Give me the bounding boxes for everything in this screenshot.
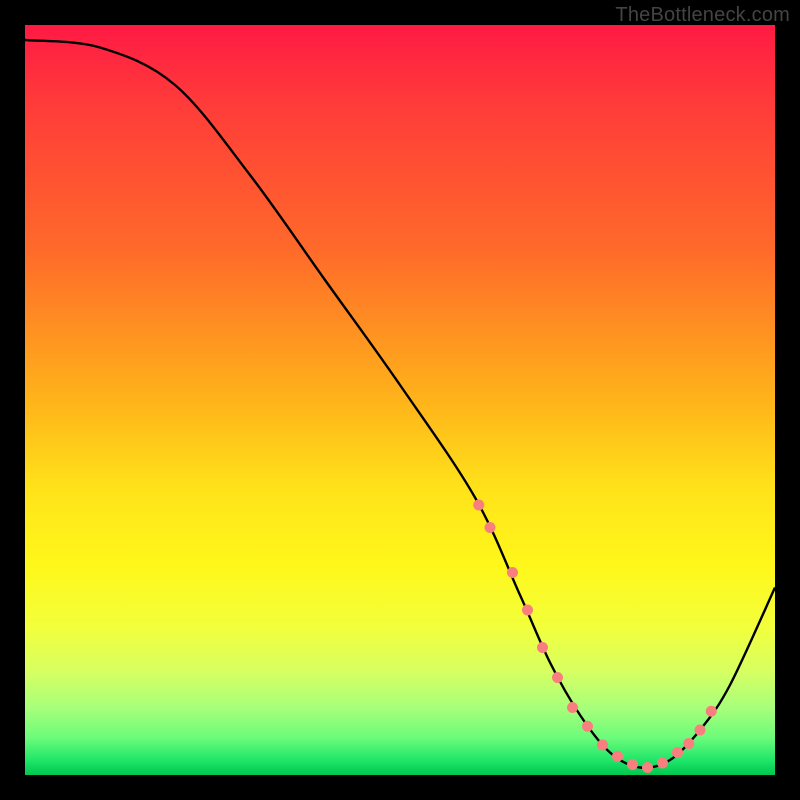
marker-dot (582, 721, 593, 732)
watermark-text: TheBottleneck.com (615, 4, 790, 27)
marker-dot (485, 522, 496, 533)
marker-dot (522, 605, 533, 616)
marker-dot (627, 759, 638, 770)
marker-dot (695, 725, 706, 736)
plot-area (25, 25, 775, 775)
marker-dot (567, 702, 578, 713)
marker-dot (552, 672, 563, 683)
marker-dot (612, 751, 623, 762)
marker-dot (683, 738, 694, 749)
marker-dot (672, 747, 683, 758)
marker-dot (642, 762, 653, 773)
marker-dot (507, 567, 518, 578)
marker-dot (657, 758, 668, 769)
chart-svg (25, 25, 775, 775)
marker-dot (597, 740, 608, 751)
bottleneck-curve (25, 40, 775, 768)
marker-dot (537, 642, 548, 653)
chart-stage: TheBottleneck.com (0, 0, 800, 800)
marker-dot (706, 706, 717, 717)
marker-group (473, 500, 717, 774)
marker-dot (473, 500, 484, 511)
